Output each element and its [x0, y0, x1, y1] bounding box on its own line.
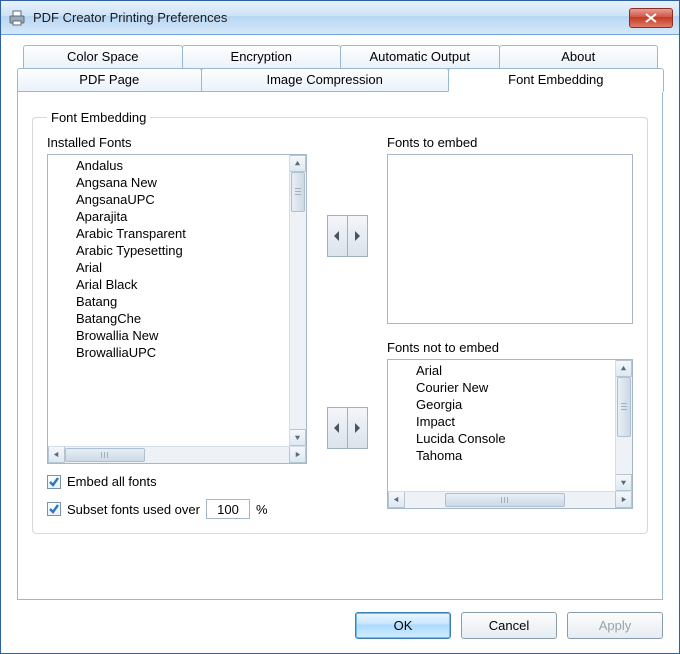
fonts-not-to-embed-label: Fonts not to embed: [387, 340, 633, 355]
list-item[interactable]: Impact: [388, 413, 632, 430]
tab-image-compression[interactable]: Image Compression: [201, 68, 449, 92]
scrollbar-vertical[interactable]: [615, 360, 632, 491]
list-item[interactable]: Browallia New: [48, 327, 306, 344]
list-item[interactable]: Arial: [48, 259, 306, 276]
dialog-buttons: OK Cancel Apply: [17, 600, 663, 639]
close-button[interactable]: [629, 8, 673, 28]
scroll-down-button[interactable]: [616, 474, 632, 491]
tab-pdf-page[interactable]: PDF Page: [17, 68, 202, 92]
scroll-right-button[interactable]: [615, 492, 632, 508]
window-title: PDF Creator Printing Preferences: [33, 10, 629, 25]
fonts-not-to-embed-list[interactable]: ArialCourier NewGeorgiaImpactLucida Cons…: [387, 359, 633, 509]
list-item[interactable]: Arial Black: [48, 276, 306, 293]
add-to-embed-button[interactable]: [347, 215, 368, 257]
scrollbar-horizontal[interactable]: [48, 446, 306, 463]
list-item[interactable]: AngsanaUPC: [48, 191, 306, 208]
apply-button[interactable]: Apply: [567, 612, 663, 639]
tab-about[interactable]: About: [499, 45, 659, 69]
tab-automatic-output[interactable]: Automatic Output: [340, 45, 500, 69]
list-item[interactable]: Lucida Console: [388, 430, 632, 447]
move-to-not-embed-buttons: [325, 407, 369, 449]
list-item[interactable]: Aparajita: [48, 208, 306, 225]
list-item[interactable]: Arabic Typesetting: [48, 242, 306, 259]
list-item[interactable]: BatangChe: [48, 310, 306, 327]
fonts-to-embed-label: Fonts to embed: [387, 135, 633, 150]
font-embedding-group: Font Embedding Installed Fonts AndalusAn…: [32, 110, 648, 534]
embed-all-label: Embed all fonts: [67, 474, 157, 489]
scroll-up-button[interactable]: [616, 360, 632, 377]
titlebar: PDF Creator Printing Preferences: [1, 1, 679, 35]
list-item[interactable]: Andalus: [48, 157, 306, 174]
subset-label: Subset fonts used over: [67, 502, 200, 517]
tab-font-embedding[interactable]: Font Embedding: [448, 68, 664, 92]
printer-icon: [7, 8, 27, 28]
list-item[interactable]: Arial: [388, 362, 632, 379]
list-item[interactable]: Batang: [48, 293, 306, 310]
list-item[interactable]: Arabic Transparent: [48, 225, 306, 242]
scroll-down-button[interactable]: [290, 429, 306, 446]
tab-panel-font-embedding: Font Embedding Installed Fonts AndalusAn…: [17, 91, 663, 600]
list-item[interactable]: Angsana New: [48, 174, 306, 191]
list-item[interactable]: Georgia: [388, 396, 632, 413]
subset-percent-input[interactable]: [206, 499, 250, 519]
remove-from-not-embed-button[interactable]: [327, 407, 348, 449]
scroll-right-button[interactable]: [289, 447, 306, 463]
group-legend: Font Embedding: [47, 110, 150, 125]
subset-checkbox[interactable]: [47, 502, 61, 516]
embed-all-checkbox[interactable]: [47, 475, 61, 489]
installed-fonts-label: Installed Fonts: [47, 135, 307, 150]
fonts-to-embed-list[interactable]: [387, 154, 633, 324]
scrollbar-horizontal[interactable]: [388, 491, 632, 508]
list-item[interactable]: Tahoma: [388, 447, 632, 464]
tabs: Color Space Encryption Automatic Output …: [17, 45, 663, 92]
add-to-not-embed-button[interactable]: [347, 407, 368, 449]
client-area: Color Space Encryption Automatic Output …: [1, 35, 679, 653]
scrollbar-vertical[interactable]: [289, 155, 306, 446]
preferences-window: PDF Creator Printing Preferences Color S…: [0, 0, 680, 654]
scroll-up-button[interactable]: [290, 155, 306, 172]
ok-button[interactable]: OK: [355, 612, 451, 639]
scroll-left-button[interactable]: [48, 447, 65, 463]
move-to-embed-buttons: [325, 215, 369, 257]
percent-label: %: [256, 502, 268, 517]
tab-color-space[interactable]: Color Space: [23, 45, 183, 69]
list-item[interactable]: Courier New: [388, 379, 632, 396]
scroll-left-button[interactable]: [388, 492, 405, 508]
installed-fonts-list[interactable]: AndalusAngsana NewAngsanaUPCAparajitaAra…: [47, 154, 307, 464]
cancel-button[interactable]: Cancel: [461, 612, 557, 639]
remove-from-embed-button[interactable]: [327, 215, 348, 257]
tab-encryption[interactable]: Encryption: [182, 45, 342, 69]
list-item[interactable]: BrowalliaUPC: [48, 344, 306, 361]
